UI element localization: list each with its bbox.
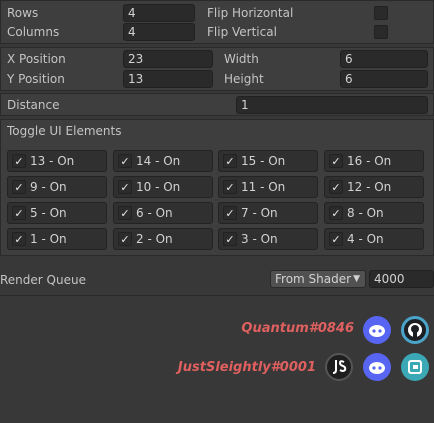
rows-field[interactable]: 4: [123, 4, 195, 22]
js-logo-icon[interactable]: [325, 353, 353, 381]
toggle-item-label: 1 - On: [30, 232, 67, 246]
toggle-item-label: 15 - On: [241, 154, 286, 168]
toggle-item[interactable]: ✓ 5 - On: [7, 202, 107, 224]
checkmark-icon[interactable]: ✓: [223, 206, 237, 220]
toggle-item[interactable]: ✓ 8 - On: [324, 202, 424, 224]
render-queue-label: Render Queue: [0, 273, 86, 287]
toggle-item[interactable]: ✓ 13 - On: [7, 150, 107, 172]
section-divider: [0, 295, 434, 296]
toggle-item-label: 11 - On: [241, 180, 286, 194]
rows-label: Rows: [7, 6, 39, 20]
columns-label: Columns: [7, 25, 60, 39]
checkmark-icon[interactable]: ✓: [118, 180, 132, 194]
toggle-item-label: 4 - On: [347, 232, 384, 246]
x-position-field[interactable]: 23: [123, 50, 213, 68]
render-queue-value-field[interactable]: 4000: [369, 270, 434, 288]
flip-horizontal-checkbox[interactable]: [374, 6, 388, 20]
x-position-label: X Position: [7, 52, 66, 66]
discord-icon-2[interactable]: [363, 353, 391, 381]
checkmark-icon[interactable]: ✓: [118, 232, 132, 246]
width-field[interactable]: 6: [340, 50, 428, 68]
toggle-item-label: 5 - On: [30, 206, 67, 220]
toggle-item-label: 12 - On: [347, 180, 392, 194]
toggle-item-label: 13 - On: [30, 154, 75, 168]
checkmark-icon[interactable]: ✓: [329, 232, 343, 246]
flip-vertical-checkbox[interactable]: [374, 25, 388, 39]
checkmark-icon[interactable]: ✓: [118, 206, 132, 220]
toggle-item-label: 3 - On: [241, 232, 278, 246]
toggle-item[interactable]: ✓ 11 - On: [218, 176, 318, 198]
toggle-item[interactable]: ✓ 4 - On: [324, 228, 424, 250]
distance-field[interactable]: 1: [236, 96, 428, 114]
checkmark-icon[interactable]: ✓: [12, 232, 26, 246]
render-queue-mode-dropdown[interactable]: From Shader ▼: [270, 270, 366, 288]
toggle-item-label: 8 - On: [347, 206, 384, 220]
toggle-item[interactable]: ✓ 7 - On: [218, 202, 318, 224]
toggle-item-label: 16 - On: [347, 154, 392, 168]
flip-horizontal-label: Flip Horizontal: [207, 6, 294, 20]
toggle-item[interactable]: ✓ 2 - On: [113, 228, 213, 250]
toggle-item[interactable]: ✓ 3 - On: [218, 228, 318, 250]
checkmark-icon[interactable]: ✓: [329, 206, 343, 220]
y-position-label: Y Position: [7, 72, 65, 86]
toggle-item[interactable]: ✓ 9 - On: [7, 176, 107, 198]
credit-author-2: JustSleightly#0001: [177, 360, 316, 375]
checkmark-icon[interactable]: ✓: [118, 154, 132, 168]
toggle-item-label: 14 - On: [136, 154, 181, 168]
toggle-item-label: 7 - On: [241, 206, 278, 220]
toggle-item[interactable]: ✓ 6 - On: [113, 202, 213, 224]
toggle-item[interactable]: ✓ 10 - On: [113, 176, 213, 198]
chevron-down-icon: ▼: [353, 274, 360, 284]
toggle-item[interactable]: ✓ 12 - On: [324, 176, 424, 198]
toggle-item[interactable]: ✓ 15 - On: [218, 150, 318, 172]
toggle-item[interactable]: ✓ 14 - On: [113, 150, 213, 172]
toggle-item[interactable]: ✓ 16 - On: [324, 150, 424, 172]
render-queue-mode-label: From Shader: [275, 272, 352, 286]
checkmark-icon[interactable]: ✓: [12, 206, 26, 220]
height-label: Height: [224, 72, 264, 86]
checkmark-icon[interactable]: ✓: [12, 180, 26, 194]
checkmark-icon[interactable]: ✓: [223, 232, 237, 246]
columns-field[interactable]: 4: [123, 23, 195, 41]
distance-label: Distance: [7, 98, 60, 112]
github-icon[interactable]: [401, 316, 429, 344]
toggle-item-label: 9 - On: [30, 180, 67, 194]
checkmark-icon[interactable]: ✓: [329, 180, 343, 194]
checkmark-icon[interactable]: ✓: [223, 180, 237, 194]
toggle-item[interactable]: ✓ 1 - On: [7, 228, 107, 250]
toggle-item-label: 10 - On: [136, 180, 181, 194]
toggle-section-title: Toggle UI Elements: [7, 124, 122, 138]
height-field[interactable]: 6: [340, 70, 428, 88]
booth-icon[interactable]: [401, 353, 429, 381]
credit-author-1: Quantum#0846: [241, 321, 354, 336]
flip-vertical-label: Flip Vertical: [207, 25, 277, 39]
width-label: Width: [224, 52, 259, 66]
toggle-item-label: 2 - On: [136, 232, 173, 246]
y-position-field[interactable]: 13: [123, 70, 213, 88]
toggle-item-label: 6 - On: [136, 206, 173, 220]
checkmark-icon[interactable]: ✓: [329, 154, 343, 168]
checkmark-icon[interactable]: ✓: [223, 154, 237, 168]
discord-icon[interactable]: [363, 316, 391, 344]
checkmark-icon[interactable]: ✓: [12, 154, 26, 168]
